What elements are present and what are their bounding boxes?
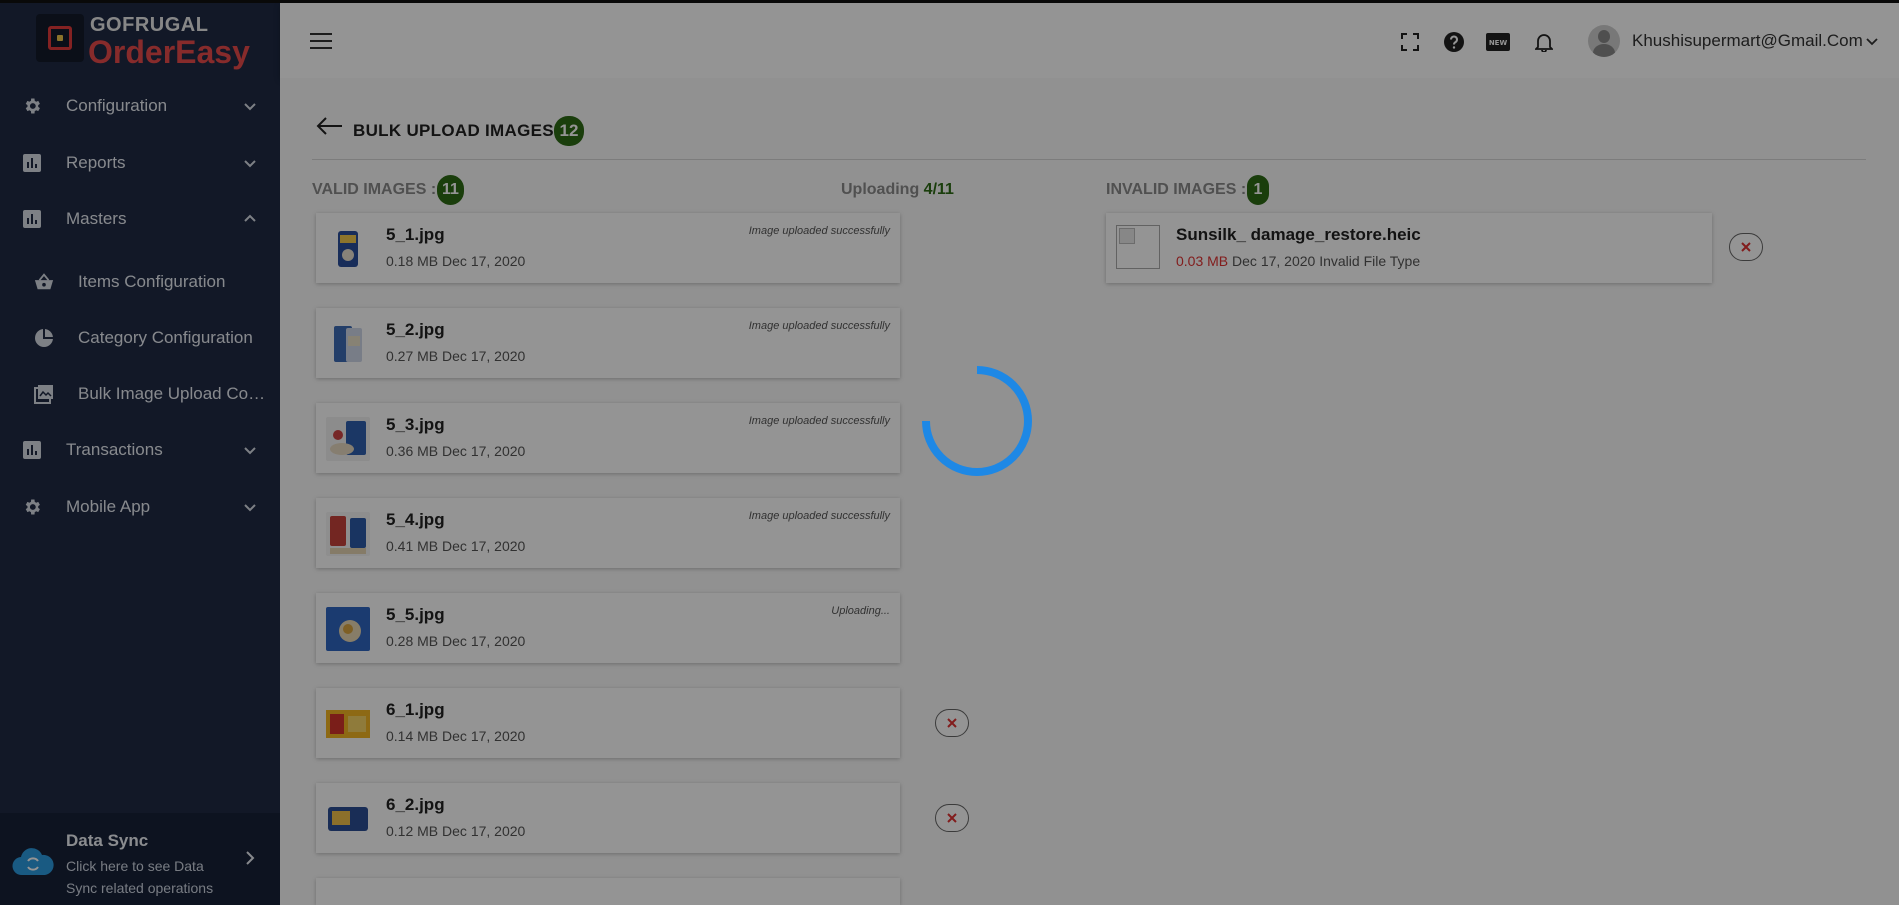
loading-spinner-icon [922,366,1032,476]
